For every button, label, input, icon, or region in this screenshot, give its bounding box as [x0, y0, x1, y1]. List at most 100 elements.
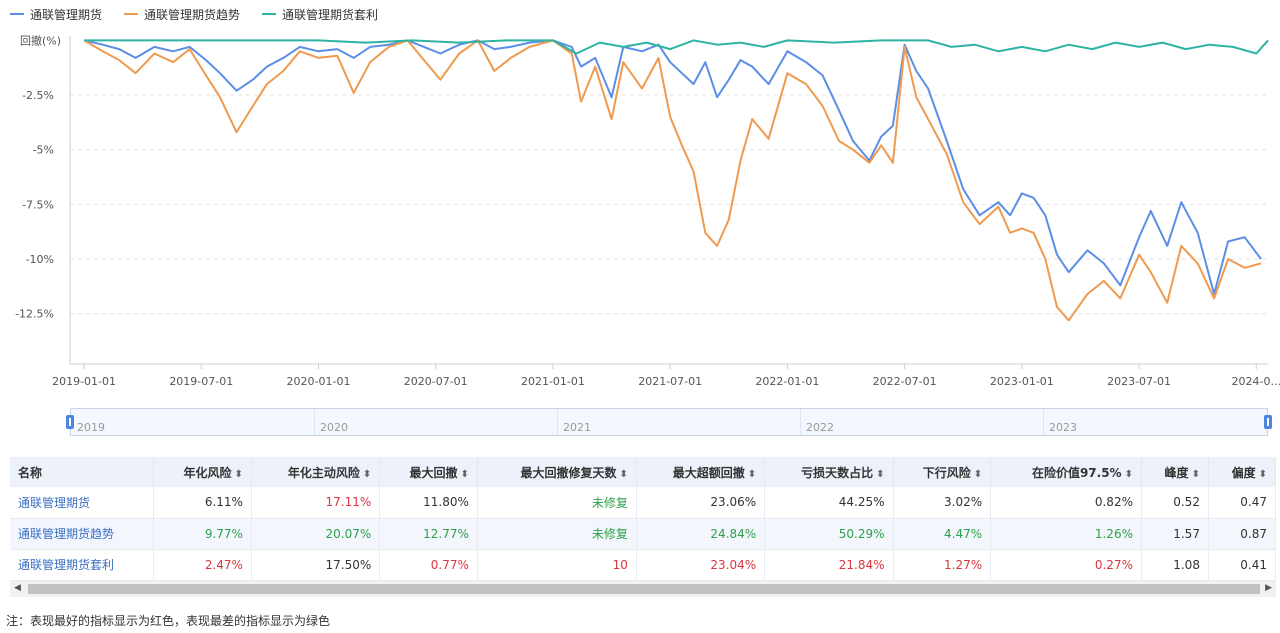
- scroll-right-arrow-icon[interactable]: ▶: [1265, 583, 1272, 593]
- table-cell: 0.77%: [379, 549, 478, 581]
- column-header[interactable]: 最大回撤修复天数 ⬍: [477, 457, 637, 487]
- table-cell: 0.47: [1208, 487, 1277, 519]
- table-cell: 0.82%: [990, 487, 1142, 519]
- slider-handle-left[interactable]: [66, 415, 74, 429]
- column-header-label: 名称: [18, 465, 43, 480]
- legend-label: 通联管理期货套利: [282, 7, 379, 22]
- sort-icon[interactable]: ⬍: [363, 469, 371, 480]
- scrollbar-thumb[interactable]: [28, 584, 1260, 594]
- table-cell: 未修复: [477, 487, 637, 519]
- column-header[interactable]: 年化主动风险 ⬍: [251, 457, 381, 487]
- column-header[interactable]: 偏度 ⬍: [1208, 457, 1277, 487]
- column-header-label: 年化风险: [183, 465, 232, 480]
- table-cell: 10: [477, 549, 637, 581]
- sort-icon[interactable]: ⬍: [748, 469, 756, 480]
- sort-icon[interactable]: ⬍: [1125, 469, 1133, 480]
- risk-metrics-table: 名称 年化风险 ⬍ 年化主动风险 ⬍ 最大回撤 ⬍ 最大回撤修复天数 ⬍ 最大超额回撤 ⬍ 亏损天数占…: [10, 457, 1277, 581]
- slider-year-divider: [1043, 409, 1044, 435]
- column-header-label: 偏度: [1231, 465, 1256, 480]
- y-tick-label: -12.5%: [15, 308, 54, 321]
- time-range-slider[interactable]: 2019 2020 2021 2022 2023: [66, 408, 1272, 436]
- fund-name-link[interactable]: 通联管理期货套利: [10, 549, 155, 581]
- table-cell: 9.77%: [153, 518, 252, 550]
- x-tick-label: 2022-07-01: [873, 375, 937, 388]
- table-cell: 0.27%: [990, 549, 1142, 581]
- table-cell: 11.80%: [379, 487, 478, 519]
- table-cell: 0.52: [1141, 487, 1209, 519]
- column-header-label: 最大回撤修复天数: [520, 465, 617, 480]
- column-header[interactable]: 峰度 ⬍: [1141, 457, 1209, 487]
- sort-icon[interactable]: ⬍: [461, 469, 469, 480]
- x-tick-label: 2023-07-01: [1107, 375, 1171, 388]
- scroll-left-arrow-icon[interactable]: ◀: [14, 583, 21, 593]
- slider-year-divider: [314, 409, 315, 435]
- x-tick-label: 2024-0...: [1232, 375, 1280, 388]
- table-header-row: 名称 年化风险 ⬍ 年化主动风险 ⬍ 最大回撤 ⬍ 最大回撤修复天数 ⬍ 最大超额回撤 ⬍ 亏损天数占…: [10, 457, 1277, 487]
- slider-handle-right[interactable]: [1264, 415, 1272, 429]
- table-cell: 17.50%: [251, 549, 381, 581]
- table-cell: 1.27%: [893, 549, 992, 581]
- y-tick-label: -2.5%: [22, 89, 54, 102]
- column-header-label: 在险价值97.5%: [1031, 465, 1122, 480]
- table-cell: 24.84%: [636, 518, 766, 550]
- table-cell: 1.08: [1141, 549, 1209, 581]
- table-cell: 4.47%: [893, 518, 992, 550]
- sort-icon[interactable]: ⬍: [1192, 469, 1200, 480]
- y-tick-label: -7.5%: [22, 198, 54, 211]
- sort-icon[interactable]: ⬍: [876, 469, 884, 480]
- horizontal-scrollbar[interactable]: ◀ ▶: [10, 581, 1276, 597]
- column-header-label: 亏损天数占比: [801, 465, 874, 480]
- column-header-label: 年化主动风险: [287, 465, 360, 480]
- table-cell: 50.29%: [764, 518, 894, 550]
- table-footnote: 注：表现最好的指标显示为红色，表现最差的指标显示为绿色: [6, 614, 331, 628]
- table-cell: 17.11%: [251, 487, 381, 519]
- x-tick-label: 2019-01-01: [52, 375, 116, 388]
- legend-swatch: [10, 13, 24, 15]
- chart-legend: 通联管理期货 通联管理期货趋势 通联管理期货套利: [10, 4, 400, 24]
- x-tick-label: 2021-01-01: [521, 375, 585, 388]
- table-cell: 12.77%: [379, 518, 478, 550]
- table-cell: 0.87: [1208, 518, 1277, 550]
- table-row: 通联管理期货趋势 9.77% 20.07% 12.77% 未修复 24.84% 50.29%…: [10, 518, 1277, 550]
- slider-year-divider: [557, 409, 558, 435]
- column-header-label: 最大回撤: [409, 465, 458, 480]
- x-tick-label: 2022-01-01: [755, 375, 819, 388]
- legend-item[interactable]: 通联管理期货趋势: [124, 6, 240, 23]
- fund-name-link[interactable]: 通联管理期货: [10, 487, 155, 519]
- fund-name-link[interactable]: 通联管理期货趋势: [10, 518, 155, 550]
- table-row: 通联管理期货 6.11% 17.11% 11.80% 未修复 23.06% 44.25% 3.…: [10, 487, 1277, 519]
- series-line: [83, 39, 1262, 322]
- table-cell: 3.02%: [893, 487, 992, 519]
- sort-icon[interactable]: ⬍: [235, 469, 243, 480]
- table-cell: 23.04%: [636, 549, 766, 581]
- column-header-label: 下行风险: [922, 465, 971, 480]
- table-cell: 23.06%: [636, 487, 766, 519]
- column-header[interactable]: 最大超额回撤 ⬍: [636, 457, 766, 487]
- sort-icon[interactable]: ⬍: [974, 469, 982, 480]
- legend-swatch: [124, 13, 139, 15]
- column-header[interactable]: 最大回撤 ⬍: [379, 457, 478, 487]
- table-row: 通联管理期货套利 2.47% 17.50% 0.77% 10 23.04% 21.84% 1.…: [10, 549, 1277, 581]
- sort-icon[interactable]: ⬍: [619, 469, 627, 480]
- x-tick-label: 2020-07-01: [404, 375, 468, 388]
- column-header[interactable]: 在险价值97.5% ⬍: [990, 457, 1142, 487]
- legend-item[interactable]: 通联管理期货: [10, 6, 102, 23]
- column-header[interactable]: 下行风险 ⬍: [893, 457, 992, 487]
- legend-swatch: [262, 13, 277, 15]
- legend-item[interactable]: 通联管理期货套利: [262, 6, 378, 23]
- series-line: [84, 39, 1269, 55]
- table-cell: 未修复: [477, 518, 637, 550]
- slider-year-label: 2022: [806, 421, 834, 434]
- legend-label: 通联管理期货趋势: [144, 7, 241, 22]
- column-header[interactable]: 亏损天数占比 ⬍: [764, 457, 894, 487]
- table-cell: 21.84%: [764, 549, 894, 581]
- legend-label: 通联管理期货: [30, 7, 103, 22]
- table-cell: 1.26%: [990, 518, 1142, 550]
- column-header[interactable]: 年化风险 ⬍: [153, 457, 252, 487]
- slider-year-label: 2021: [563, 421, 591, 434]
- sort-icon[interactable]: ⬍: [1259, 469, 1267, 480]
- y-axis-label: 回撤(%): [20, 33, 61, 47]
- drawdown-line-chart: 回撤(%) -2.5% -5% -7.5% -10% -12.5% 2019-01-01 20…: [15, 33, 1280, 388]
- series-line: [83, 39, 1262, 295]
- table-body: 通联管理期货 6.11% 17.11% 11.80% 未修复 23.06% 44.25% 3.…: [10, 487, 1277, 581]
